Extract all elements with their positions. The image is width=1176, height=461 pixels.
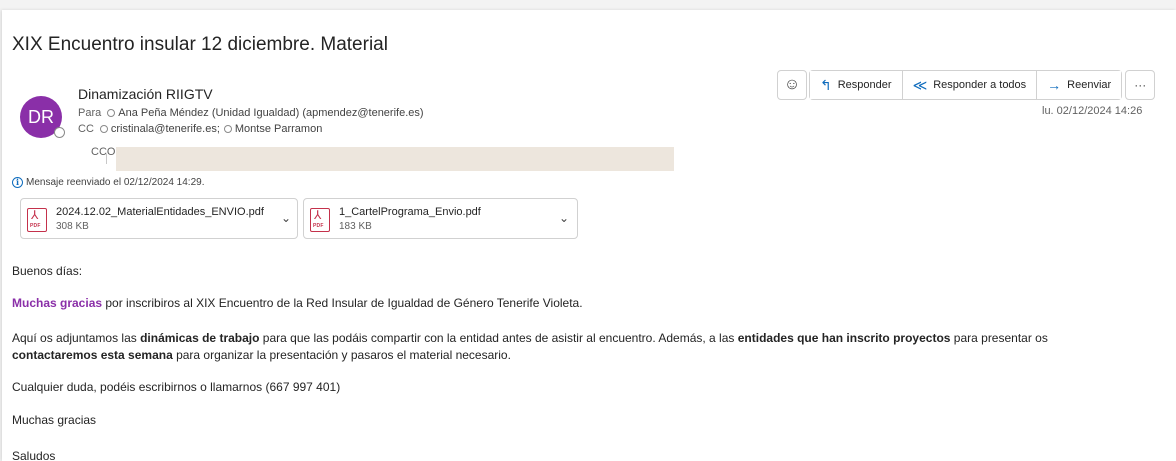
body-paragraph: Cualquier duda, podéis escribirnos o lla…	[12, 380, 341, 394]
more-actions-button[interactable]: ···	[1125, 70, 1156, 100]
attachment-name: 1_CartelPrograma_Envio.pdf	[339, 206, 481, 218]
body-accent-text: Muchas gracias	[12, 296, 103, 310]
attachment-card[interactable]: ⅄ PDF 2024.12.02_MaterialEntidades_ENVIO…	[20, 198, 298, 239]
body-paragraph: Aquí os adjuntamos las dinámicas de trab…	[12, 331, 1048, 345]
email-subject: XIX Encuentro insular 12 diciembre. Mate…	[12, 34, 388, 55]
reply-all-label: Responder a todos	[933, 79, 1027, 91]
reply-button-group: ↰ Responder ≪ Responder a todos → Reenvi…	[809, 70, 1123, 100]
to-label: Para	[78, 107, 102, 119]
bcc-label: CCO	[91, 146, 116, 158]
body-paragraph: Muchas gracias por inscribiros al XIX En…	[12, 296, 583, 310]
body-paragraph-continued: contactaremos esta semana para organizar…	[12, 348, 511, 362]
to-recipient[interactable]: Ana Peña Méndez (Unidad Igualdad) (apmen…	[118, 107, 423, 119]
presence-icon	[107, 109, 116, 117]
more-icon: ···	[1134, 78, 1147, 92]
cc-label: CC	[78, 123, 94, 135]
pdf-icon: ⅄ PDF	[27, 208, 47, 232]
reply-icon: ↰	[820, 76, 832, 93]
sender-name[interactable]: Dinamización RIIGTV	[78, 86, 213, 102]
message-toolbar: ☺ ↰ Responder ≪ Responder a todos → Reen…	[777, 70, 1156, 100]
forward-icon: →	[1047, 77, 1062, 93]
bcc-divider	[106, 154, 107, 164]
chevron-down-icon[interactable]: ⌄	[281, 211, 291, 225]
bcc-redacted-field	[116, 147, 674, 171]
presence-icon	[99, 125, 108, 133]
reply-all-icon: ≪	[912, 76, 928, 93]
forwarded-info: i Mensaje reenviado el 02/12/2024 14:29.	[12, 177, 204, 188]
attachment-size: 308 KB	[56, 221, 89, 232]
emoji-button[interactable]: ☺	[777, 70, 807, 100]
cc-recipient[interactable]: Montse Parramon	[235, 123, 322, 135]
forward-label: Reenviar	[1067, 79, 1112, 91]
info-icon: i	[12, 177, 23, 188]
emoji-icon: ☺	[783, 76, 801, 93]
attachment-size: 183 KB	[339, 221, 372, 232]
pdf-icon: ⅄ PDF	[310, 208, 330, 232]
attachment-card[interactable]: ⅄ PDF 1_CartelPrograma_Envio.pdf 183 KB …	[303, 198, 578, 239]
reply-label: Responder	[837, 79, 892, 91]
cc-recipient[interactable]: cristinala@tenerife.es;	[111, 123, 220, 135]
body-paragraph: Muchas gracias	[12, 413, 97, 427]
to-row: Para Ana Peña Méndez (Unidad Igualdad) (…	[78, 107, 424, 119]
attachment-name: 2024.12.02_MaterialEntidades_ENVIO.pdf	[56, 206, 264, 218]
body-greeting: Buenos días:	[12, 264, 83, 278]
presence-icon	[223, 125, 232, 133]
cc-row: CC cristinala@tenerife.es; Montse Parram…	[78, 123, 322, 135]
reading-pane: XIX Encuentro insular 12 diciembre. Mate…	[2, 10, 1176, 461]
reply-all-button[interactable]: ≪ Responder a todos	[901, 70, 1037, 100]
forwarded-text: Mensaje reenviado el 02/12/2024 14:29.	[26, 177, 205, 188]
presence-status-icon	[54, 127, 65, 138]
body-signoff: Saludos	[12, 449, 56, 461]
forward-button[interactable]: → Reenviar	[1036, 70, 1123, 100]
chevron-down-icon[interactable]: ⌄	[559, 211, 569, 225]
received-date: lu. 02/12/2024 14:26	[1042, 105, 1143, 117]
reply-button[interactable]: ↰ Responder	[809, 70, 902, 100]
